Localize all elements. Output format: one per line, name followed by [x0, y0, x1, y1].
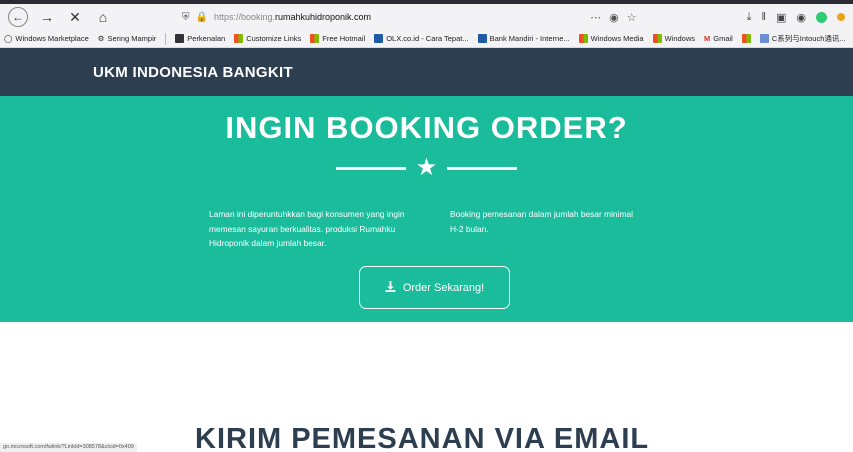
order-now-button[interactable]: Order Sekarang! — [359, 266, 510, 309]
bookmark-separator — [165, 32, 167, 45]
bank-icon — [477, 34, 487, 43]
page-icon — [175, 34, 185, 43]
booking-section: INGIN BOOKING ORDER? ★ Laman ini diperun… — [0, 96, 853, 322]
bookmark-item[interactable]: Windows — [652, 34, 695, 43]
pocket-icon[interactable]: ◉ — [609, 11, 619, 24]
brand-logo-text[interactable]: UKM INDONESIA BANGKIT — [93, 64, 293, 81]
url-bar[interactable]: ⛨ 🔒 https://booking.rumahkuhidroponik.co… — [182, 7, 637, 27]
back-icon[interactable]: ← — [8, 7, 28, 27]
bookmark-item[interactable]: C系列与Intouch通讯... — [759, 33, 846, 44]
star-divider: ★ — [0, 156, 853, 180]
bookmark-item[interactable]: Bank Mandiri - Interne... — [477, 34, 570, 43]
more-icon[interactable]: ⋯ — [590, 11, 601, 24]
extension-icon-1[interactable]: ◉ — [796, 11, 806, 24]
toolbar-right: ⤓ ‖ ▣ ◉ — [747, 11, 845, 24]
site-header: UKM INDONESIA BANGKIT — [0, 48, 853, 96]
browser-nav-bar: ← → ✕ ⌂ ⛨ 🔒 https://booking.rumahkuhidro… — [0, 4, 853, 30]
download-icon — [385, 280, 396, 295]
bookmarks-bar: ◯ Windows Marketplace ⚙ Sering Mampir Perk… — [0, 30, 853, 48]
gear-icon: ⚙ — [97, 34, 105, 43]
star-icon: ★ — [415, 154, 438, 181]
olx-icon — [374, 34, 384, 43]
order-now-label: Order Sekarang! — [402, 281, 485, 294]
email-section-title: KIRIM PEMESANAN VIA EMAIL — [195, 423, 650, 452]
windows-logo-icon — [310, 34, 320, 43]
bookmark-item[interactable]: Customize Links — [234, 34, 301, 43]
download-toolbar-icon[interactable]: ⤓ — [747, 11, 752, 24]
globe-icon: ◯ — [4, 34, 13, 43]
bookmark-item[interactable]: M Gmail — [704, 34, 733, 43]
status-bar-link: go.microsoft.com/fwlink/?LinkId=308578&c… — [0, 443, 137, 452]
home-icon[interactable]: ⌂ — [94, 8, 112, 26]
url-actions: ⋯ ◉ ☆ — [590, 11, 636, 24]
lock-icon[interactable]: 🔒 — [196, 12, 208, 23]
windows-logo-icon — [578, 34, 588, 43]
library-icon[interactable]: ‖ — [761, 11, 766, 23]
url-text[interactable]: https://booking.rumahkuhidroponik.com — [214, 12, 371, 22]
extension-icon-2[interactable] — [816, 11, 827, 23]
bookmark-item[interactable]: ⚙ Sering Mampir — [98, 34, 157, 43]
divider-line-left — [335, 166, 406, 170]
bookmark-item[interactable]: Perkenalan — [175, 34, 225, 43]
shield-icon[interactable]: ⛨ — [182, 12, 190, 23]
windows-logo-icon — [652, 34, 662, 43]
bookmark-item[interactable] — [741, 34, 751, 43]
extension-icon-3[interactable] — [837, 13, 845, 21]
divider-line-right — [447, 166, 518, 170]
bookmark-item[interactable]: Windows Media — [578, 34, 644, 43]
image-icon — [759, 34, 769, 43]
windows-logo-icon — [741, 34, 751, 43]
booking-description-right: Booking pemesanan dalam jumlah besar min… — [450, 209, 633, 234]
sidebar-icon[interactable]: ▣ — [776, 11, 786, 24]
booking-description-left: Laman ini diperuntuhkkan bagi konsumen y… — [209, 209, 405, 248]
stop-icon[interactable]: ✕ — [66, 8, 84, 26]
star-bookmark-icon[interactable]: ☆ — [627, 11, 637, 24]
bookmark-item[interactable]: Free Hotmail — [310, 34, 365, 43]
forward-icon[interactable]: → — [38, 8, 56, 26]
bookmark-item[interactable]: OLX.co.id - Cara Tepat... — [374, 34, 469, 43]
windows-logo-icon — [234, 34, 244, 43]
gmail-icon: M — [704, 34, 711, 43]
booking-title: INGIN BOOKING ORDER? — [225, 110, 628, 145]
bookmark-item[interactable]: ◯ Windows Marketplace — [4, 34, 89, 43]
